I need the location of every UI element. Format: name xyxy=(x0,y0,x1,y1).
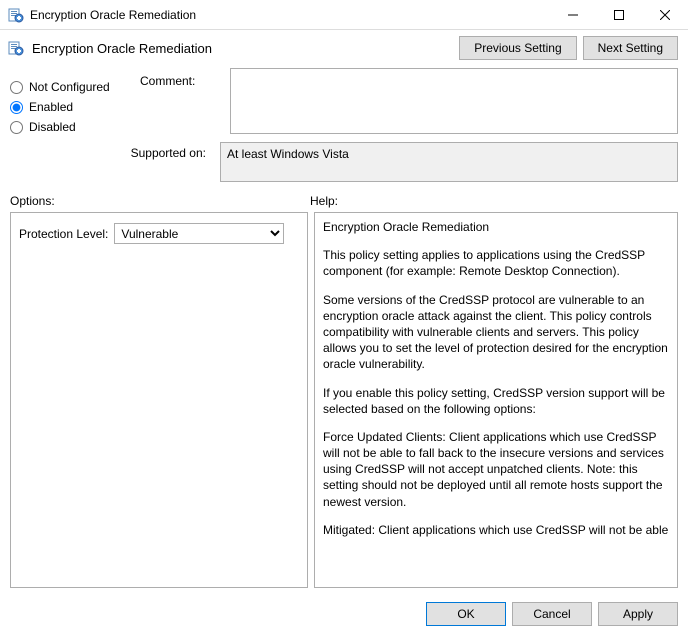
page-title: Encryption Oracle Remediation xyxy=(32,41,451,56)
help-text: Encryption Oracle Remediation xyxy=(323,219,669,235)
window-title: Encryption Oracle Remediation xyxy=(30,8,550,22)
supported-on-row: Supported on: At least Windows Vista xyxy=(0,140,688,188)
apply-button[interactable]: Apply xyxy=(598,602,678,626)
window-controls xyxy=(550,0,688,29)
previous-setting-button[interactable]: Previous Setting xyxy=(459,36,576,60)
radio-enabled-label: Enabled xyxy=(29,100,73,114)
radio-disabled-input[interactable] xyxy=(10,121,23,134)
help-text: Some versions of the CredSSP protocol ar… xyxy=(323,292,669,373)
radio-enabled-input[interactable] xyxy=(10,101,23,114)
protection-level-select[interactable]: Force Updated ClientsMitigatedVulnerable xyxy=(114,223,284,244)
help-pane[interactable]: Encryption Oracle Remediation This polic… xyxy=(314,212,678,588)
next-setting-button[interactable]: Next Setting xyxy=(583,36,678,60)
radio-not-configured[interactable]: Not Configured xyxy=(10,80,130,94)
radio-enabled[interactable]: Enabled xyxy=(10,100,130,114)
maximize-button[interactable] xyxy=(596,0,642,29)
radio-disabled[interactable]: Disabled xyxy=(10,120,130,134)
radio-not-configured-label: Not Configured xyxy=(29,80,110,94)
options-pane: Protection Level: Force Updated ClientsM… xyxy=(10,212,308,588)
minimize-button[interactable] xyxy=(550,0,596,29)
radio-not-configured-input[interactable] xyxy=(10,81,23,94)
section-labels: Options: Help: xyxy=(0,188,688,212)
supported-on-label: Supported on: xyxy=(10,142,210,160)
protection-level-label: Protection Level: xyxy=(19,227,108,241)
config-row: Not Configured Enabled Disabled Comment: xyxy=(0,64,688,140)
close-button[interactable] xyxy=(642,0,688,29)
help-text: This policy setting applies to applicati… xyxy=(323,247,669,279)
comment-textarea[interactable] xyxy=(230,68,678,134)
cancel-button[interactable]: Cancel xyxy=(512,602,592,626)
footer: OK Cancel Apply xyxy=(0,594,688,634)
help-text: Mitigated: Client applications which use… xyxy=(323,522,669,538)
header: Encryption Oracle Remediation Previous S… xyxy=(0,30,688,64)
options-label: Options: xyxy=(10,194,310,208)
app-icon xyxy=(8,7,24,23)
comment-label: Comment: xyxy=(140,74,220,88)
policy-icon xyxy=(8,40,24,56)
radio-disabled-label: Disabled xyxy=(29,120,76,134)
supported-on-value: At least Windows Vista xyxy=(220,142,678,182)
titlebar: Encryption Oracle Remediation xyxy=(0,0,688,30)
help-label: Help: xyxy=(310,194,338,208)
help-text: If you enable this policy setting, CredS… xyxy=(323,385,669,417)
panes: Protection Level: Force Updated ClientsM… xyxy=(0,212,688,594)
ok-button[interactable]: OK xyxy=(426,602,506,626)
help-text: Force Updated Clients: Client applicatio… xyxy=(323,429,669,510)
